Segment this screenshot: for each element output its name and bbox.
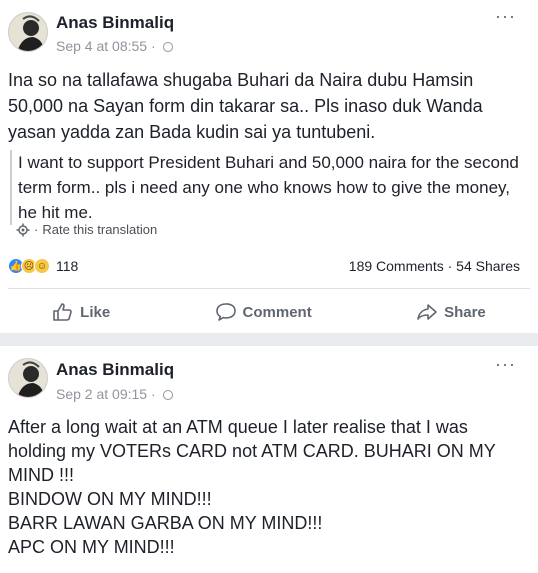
timestamp-text[interactable]: Sep 2 at 09:15 — [56, 386, 147, 402]
comment-button[interactable]: Comment — [215, 302, 312, 322]
shares-count[interactable]: 54 Shares — [456, 258, 520, 274]
post-text: Ina so na tallafawa shugaba Buhari da Na… — [8, 70, 483, 142]
haha-reaction-icon: ☺ — [34, 258, 50, 274]
rate-translation-link[interactable]: Rate this translation — [42, 222, 157, 237]
like-button[interactable]: Like — [52, 302, 110, 322]
comment-label: Comment — [242, 303, 312, 321]
post-timestamp[interactable]: Sep 4 at 08:55 · — [56, 38, 173, 54]
post-card: Anas Binmaliq Sep 2 at 09:15 · ··· After… — [0, 346, 538, 573]
divider — [8, 288, 530, 289]
globe-icon — [162, 390, 173, 400]
post-text: After a long wait at an ATM queue I late… — [8, 417, 496, 557]
like-icon — [53, 303, 72, 321]
gear-icon — [16, 223, 30, 236]
reaction-summary[interactable]: 👍 ☹ ☺ 118 — [8, 258, 78, 274]
timestamp-text[interactable]: Sep 4 at 08:55 — [56, 38, 147, 54]
like-label: Like — [80, 303, 111, 321]
author-avatar[interactable] — [8, 358, 48, 398]
globe-icon — [162, 42, 173, 52]
more-options-icon[interactable]: ··· — [495, 6, 516, 27]
comments-count[interactable]: 189 Comments — [349, 258, 444, 274]
engagement-counts: 189 Comments · 54 Shares — [348, 258, 520, 274]
share-icon — [417, 304, 437, 320]
rate-translation[interactable]: · Rate this translation — [16, 222, 157, 237]
author-avatar[interactable] — [8, 12, 48, 52]
reaction-count: 118 — [56, 258, 79, 274]
more-options-icon[interactable]: ··· — [495, 354, 516, 375]
translation-text: I want to support President Buhari and 5… — [10, 150, 528, 225]
comment-icon — [215, 303, 236, 321]
share-button[interactable]: Share — [416, 302, 486, 322]
author-name[interactable]: Anas Binmaliq — [56, 360, 174, 380]
post-timestamp[interactable]: Sep 2 at 09:15 · — [56, 386, 173, 402]
share-label: Share — [444, 303, 486, 321]
action-bar: Like Comment Share — [0, 296, 538, 328]
author-name[interactable]: Anas Binmaliq — [56, 13, 174, 33]
post-card: Anas Binmaliq Sep 4 at 08:55 · ··· Ina s… — [0, 0, 538, 333]
